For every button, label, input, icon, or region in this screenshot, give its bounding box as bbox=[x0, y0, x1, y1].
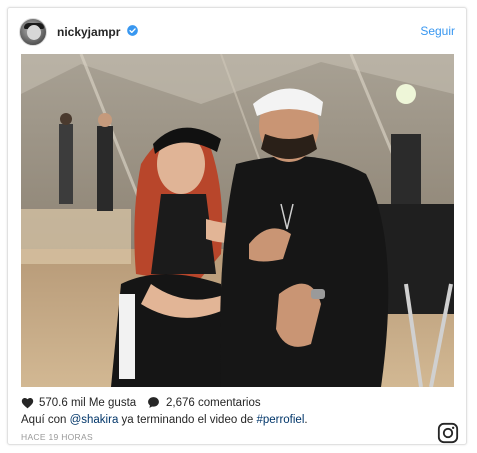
username[interactable]: nickyjampr bbox=[57, 25, 120, 39]
post-caption: Aquí con @shakira ya terminando el video… bbox=[21, 414, 308, 426]
caption-text-suffix: . bbox=[304, 414, 308, 426]
caption-mention[interactable]: @shakira bbox=[70, 414, 119, 426]
instagram-logo-icon[interactable] bbox=[437, 422, 459, 444]
comments-count: 2,676 comentarios bbox=[166, 397, 261, 409]
caption-text-middle: ya terminando el video de bbox=[118, 414, 257, 426]
post-header: nickyjampr Seguir bbox=[8, 8, 466, 54]
caption-hashtag[interactable]: #perrofiel bbox=[256, 414, 304, 426]
photo-scene bbox=[21, 54, 454, 387]
avatar-face bbox=[27, 25, 41, 40]
likes-count: 570.6 mil Me gusta bbox=[39, 397, 137, 409]
speech-bubble-icon[interactable] bbox=[147, 396, 160, 409]
heart-icon[interactable] bbox=[21, 397, 34, 409]
post-timestamp: HACE 19 HORAS bbox=[21, 432, 93, 442]
verified-badge-icon bbox=[127, 25, 138, 36]
post-photo[interactable] bbox=[21, 54, 454, 387]
avatar[interactable] bbox=[19, 18, 47, 46]
follow-button[interactable]: Seguir bbox=[420, 24, 455, 38]
instagram-embed-card: nickyjampr Seguir 570.6 mil Me gusta 2,6… bbox=[7, 7, 467, 445]
caption-text-prefix: Aquí con bbox=[21, 414, 70, 426]
